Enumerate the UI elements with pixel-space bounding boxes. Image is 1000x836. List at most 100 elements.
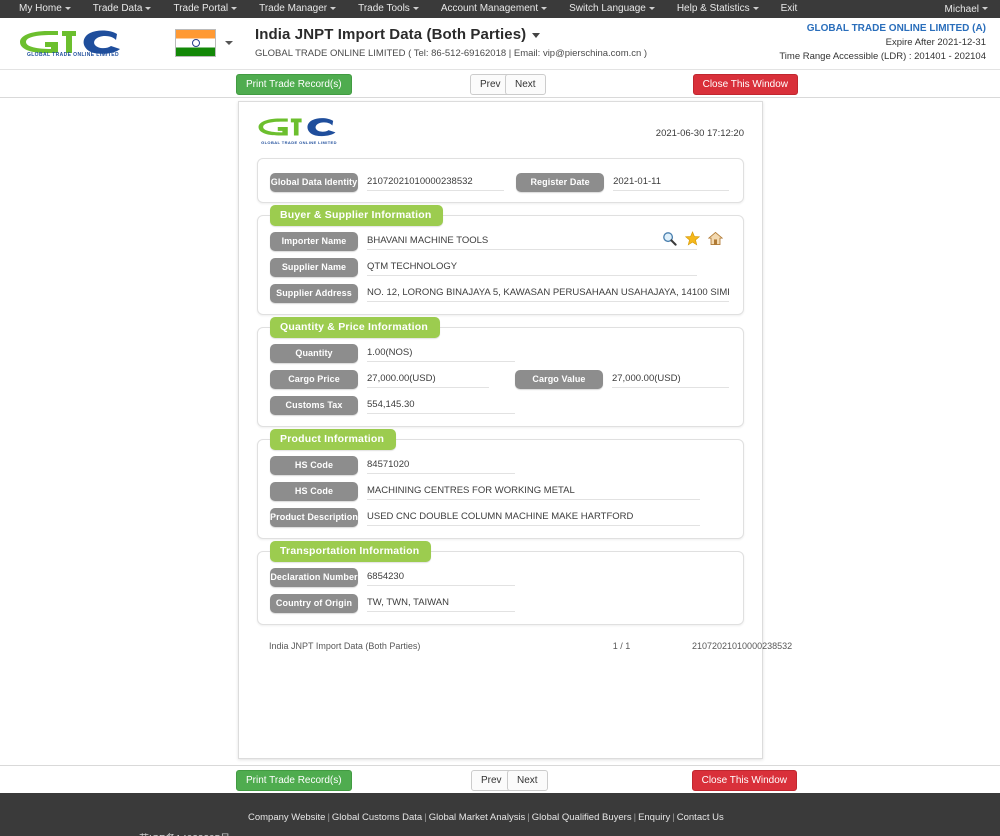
section-legend: Transportation Information: [270, 541, 432, 562]
field-row: HS Code 84571020: [270, 456, 729, 475]
action-bar-bottom: Print Trade Record(s) Prev Next Close Th…: [0, 765, 1000, 793]
field-label-hs-code: HS Code: [270, 456, 358, 475]
field-row: HS Code Description MACHINING CENTRES FOR…: [270, 482, 729, 515]
nav-item-my-home[interactable]: My Home: [8, 0, 82, 18]
nav-item-trade-tools[interactable]: Trade Tools: [347, 0, 430, 18]
nav-item-trade-data[interactable]: Trade Data: [82, 0, 163, 18]
footer-link-global-market-analysis[interactable]: Global Market Analysis: [429, 812, 526, 823]
sections-container: Buyer & Supplier Information Importer Nam…: [257, 205, 744, 625]
gto-logo-mark: [258, 118, 336, 137]
page-title[interactable]: India JNPT Import Data (Both Parties): [255, 26, 647, 43]
field-value-global-data-identity: 21072021010000238532: [367, 174, 505, 191]
field-value-hs-code: 84571020: [367, 457, 515, 474]
page-title-block: India JNPT Import Data (Both Parties) GL…: [255, 26, 647, 59]
nav-item-account-management[interactable]: Account Management: [430, 0, 558, 18]
section-card-product-information: Product Information HS Code 84571020 HS Cod…: [257, 429, 744, 539]
next-button-bottom[interactable]: Next: [507, 770, 548, 791]
field-label-register-date: Register Date: [516, 173, 605, 192]
account-time-range: Time Range Accessible (LDR) : 201401 - 2…: [779, 51, 986, 62]
document-footer: India JNPT Import Data (Both Parties) 1 …: [257, 641, 792, 651]
close-window-button[interactable]: Close This Window: [692, 74, 798, 95]
action-bar-top: Print Trade Record(s) Prev Next Close Th…: [0, 70, 1000, 98]
footer-link-global-qualified-buyers[interactable]: Global Qualified Buyers: [532, 812, 632, 823]
document-footer-title: India JNPT Import Data (Both Parties): [269, 641, 421, 651]
site-footer: 苏ICP备14033305号 Company Website|Global Cu…: [0, 793, 1000, 836]
field-row: Customs Tax 554,145.30: [270, 396, 729, 415]
chevron-down-icon: [145, 6, 152, 10]
nav-item-label: Trade Manager: [259, 3, 328, 14]
field-label-supplier-address: Supplier Address: [270, 284, 358, 303]
page-title-text: India JNPT Import Data (Both Parties): [255, 26, 527, 43]
account-name[interactable]: GLOBAL TRADE ONLINE LIMITED (A): [779, 22, 986, 36]
chevron-down-icon: [752, 6, 759, 10]
nav-item-label: Trade Tools: [358, 3, 410, 14]
sheet-logo-subtitle: GLOBAL TRADE ONLINE LIMITED: [261, 140, 337, 145]
sheet-header: GLOBAL TRADE ONLINE LIMITED 2021-06-30 1…: [257, 116, 744, 158]
field-value-supplier-address: NO. 12, LORONG BINAJAYA 5, KAWASAN PERUS…: [367, 285, 729, 302]
prev-button-bottom[interactable]: Prev: [471, 770, 512, 791]
star-icon[interactable]: [684, 231, 701, 246]
document-stage: GLOBAL TRADE ONLINE LIMITED 2021-06-30 1…: [0, 98, 1000, 765]
home-icon[interactable]: [707, 231, 724, 246]
next-button[interactable]: Next: [505, 74, 546, 95]
icp-license: 苏ICP备14033305号: [139, 830, 230, 836]
field-value-importer-name: BHAVANI MACHINE TOOLS: [367, 233, 697, 250]
chevron-down-icon: [64, 6, 71, 10]
field-label-quantity: Quantity: [270, 344, 358, 363]
field-label-importer-name: Importer Name: [270, 232, 358, 251]
field-value-country-of-origin: TW, TWN, TAIWAN: [367, 595, 515, 612]
chevron-down-icon: [541, 6, 548, 10]
footer-link-global-customs-data[interactable]: Global Customs Data: [332, 812, 422, 823]
field-row: Declaration Number 6854230: [270, 568, 729, 587]
nav-item-label: Exit: [780, 3, 798, 14]
field-row: Quantity 1.00(NOS): [270, 344, 729, 363]
print-trade-records-button-bottom[interactable]: Print Trade Record(s): [236, 770, 352, 791]
section-legend: Buyer & Supplier Information: [270, 205, 444, 226]
field-label-cargo-price: Cargo Price: [270, 370, 358, 389]
record-action-icons: [662, 231, 724, 246]
field-row: Supplier Address NO. 12, LORONG BINAJAYA …: [270, 284, 729, 303]
section-card-buyer-supplier-information: Buyer & Supplier Information Importer Nam…: [257, 205, 744, 315]
footer-links: Company Website | Global Customs Data | Glob…: [248, 812, 724, 823]
nav-item-help-statistics[interactable]: Help & Statistics: [666, 0, 770, 18]
user-menu[interactable]: Michael: [945, 4, 988, 15]
footer-link-contact-us[interactable]: Contact Us: [677, 812, 724, 823]
field-value-cargo-value: 27,000.00(USD): [611, 371, 729, 388]
account-expire: Expire After 2021-12-31: [885, 37, 986, 48]
field-value-quantity: 1.00(NOS): [367, 345, 515, 362]
country-flag-selector[interactable]: [175, 29, 233, 57]
nav-item-trade-manager[interactable]: Trade Manager: [248, 0, 347, 18]
footer-link-enquiry[interactable]: Enquiry: [638, 812, 670, 823]
field-value-product-description: USED CNC DOUBLE COLUMN MACHINE MAKE HART…: [367, 509, 700, 526]
trade-record-sheet: GLOBAL TRADE ONLINE LIMITED 2021-06-30 1…: [238, 101, 792, 759]
print-trade-records-button[interactable]: Print Trade Record(s): [236, 74, 352, 95]
gto-logo-subtitle: GLOBAL TRADE ONLINE LIMITED: [26, 52, 120, 58]
field-value-supplier-name: QTM TECHNOLOGY: [367, 259, 697, 276]
field-value-hs-code-description: MACHINING CENTRES FOR WORKING METAL: [367, 483, 700, 500]
section-card-quantity-price-information: Quantity & Price Information Quantity 1.00…: [257, 317, 744, 427]
chevron-down-icon: [231, 6, 238, 10]
search-icon[interactable]: [662, 231, 677, 246]
field-label-cargo-value: Cargo Value: [514, 370, 603, 389]
chevron-down-icon: [982, 7, 988, 11]
field-row: Country of Origin TW, TWN, TAIWAN: [270, 594, 729, 613]
chevron-down-icon: [412, 6, 419, 10]
field-label-supplier-name: Supplier Name: [270, 258, 358, 277]
nav-item-switch-language[interactable]: Switch Language: [558, 0, 666, 18]
identity-card: Global Data Identity 2107202101000023853…: [257, 158, 744, 203]
sheet-logo: GLOBAL TRADE ONLINE LIMITED: [257, 116, 341, 145]
footer-link-company-website[interactable]: Company Website: [248, 812, 325, 823]
identity-row: Global Data Identity 2107202101000023853…: [270, 173, 729, 192]
field-row: Cargo Price 27,000.00(USD) Cargo Value 27,0…: [270, 370, 729, 389]
nav-item-trade-portal[interactable]: Trade Portal: [162, 0, 248, 18]
document-footer-page: 1 / 1: [612, 641, 631, 651]
field-row: Importer Name BHAVANI MACHINE TOOLS: [270, 231, 729, 251]
close-window-button-bottom[interactable]: Close This Window: [691, 770, 797, 791]
field-label-hs-code-description: HS Code Description: [270, 482, 358, 515]
field-label-country-of-origin: Country of Origin: [270, 594, 358, 613]
nav-item-exit[interactable]: Exit: [770, 0, 809, 18]
field-value-customs-tax: 554,145.30: [367, 397, 515, 414]
section-legend: Quantity & Price Information: [270, 317, 440, 338]
gto-logo[interactable]: GLOBAL TRADE ONLINE LIMITED: [18, 24, 128, 64]
field-row: Product Description USED CNC DOUBLE COLUM…: [270, 508, 729, 527]
